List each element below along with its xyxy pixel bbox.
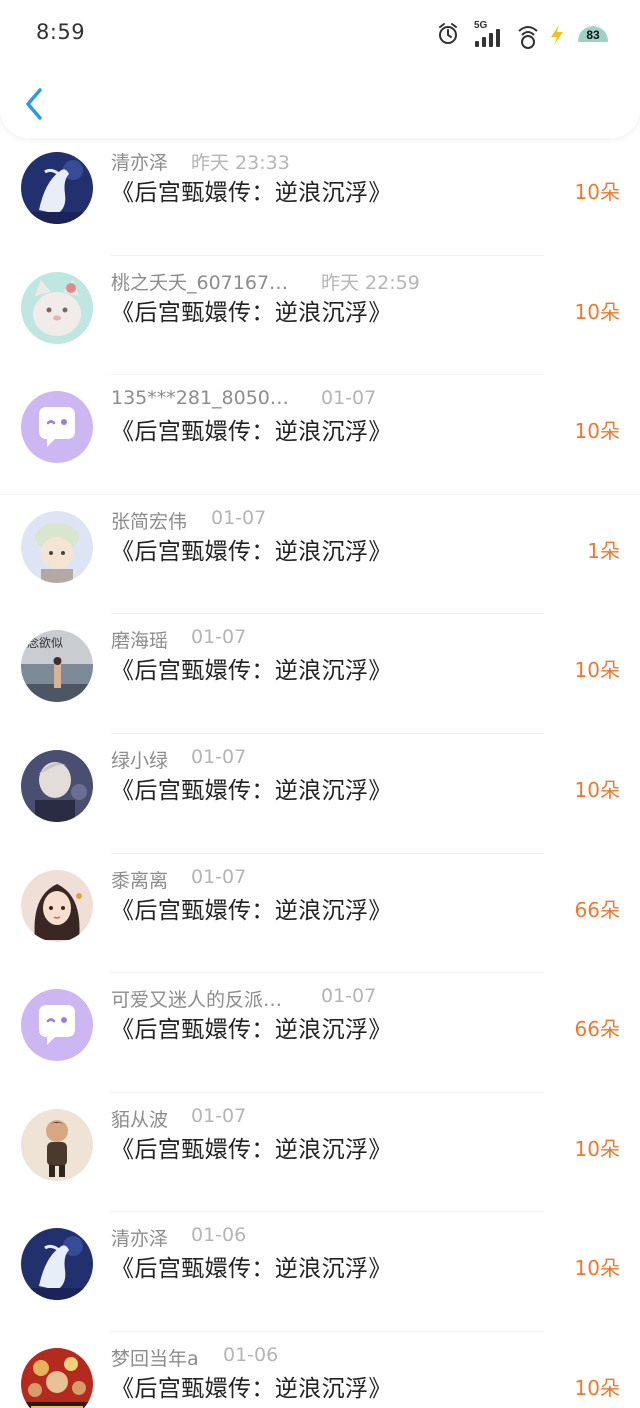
record-meta: 清亦泽 昨天 23:33 [111, 148, 290, 174]
chevron-left-icon [26, 88, 42, 120]
book-title[interactable]: 《后宫甄嬛传：逆浪沉浮》 [111, 1249, 392, 1283]
flower-amount: 1朵 [587, 538, 620, 563]
flower-amount: 66朵 [574, 897, 620, 922]
book-title[interactable]: 《后宫甄嬛传：逆浪沉浮》 [111, 173, 392, 207]
gift-record-row[interactable]: 135***281_8050… 01-07 《后宫甄嬛传：逆浪沉浮》 10朵 [0, 375, 640, 495]
sender-name[interactable]: 清亦泽 [111, 152, 168, 174]
signal-icon: 5G [472, 16, 508, 52]
record-meta: 清亦泽 01-06 [111, 1224, 246, 1250]
book-title[interactable]: 《后宫甄嬛传：逆浪沉浮》 [111, 293, 392, 327]
battery-icon: 83 [574, 16, 612, 52]
book-title[interactable]: 《后宫甄嬛传：逆浪沉浮》 [111, 1369, 392, 1403]
record-meta: 张简宏伟 01-07 [111, 507, 266, 533]
sender-name[interactable]: 磨海瑶 [111, 630, 168, 652]
status-icons: 5G 83 [436, 16, 612, 52]
sender-name[interactable]: 梦回当年a [111, 1348, 199, 1370]
flower-amount: 10朵 [574, 1256, 620, 1281]
flower-amount: 10朵 [574, 778, 620, 802]
user-avatar[interactable] [21, 152, 93, 224]
record-meta: 磨海瑶 01-07 [111, 626, 246, 652]
gift-date: 01-07 [191, 746, 247, 768]
flower-amount: 10朵 [574, 299, 620, 324]
gift-record-row[interactable]: 清亦泽 昨天 23:33 《后宫甄嬛传：逆浪沉浮》 10朵 [0, 136, 640, 256]
sender-name[interactable]: 张简宏伟 [111, 511, 187, 533]
gift-record-row[interactable]: 念欲似 磨海瑶 01-07 《后宫甄嬛传：逆浪沉浮》 10朵 [0, 614, 640, 734]
flower-amount: 10朵 [574, 180, 620, 204]
charging-icon [548, 16, 566, 52]
gift-date: 01-07 [191, 1104, 247, 1127]
flower-amount: 66朵 [574, 1017, 620, 1042]
gift-record-row[interactable]: 清亦泽 01-06 《后宫甄嬛传：逆浪沉浮》 10朵 [0, 1212, 640, 1332]
gift-date: 01-07 [321, 985, 377, 1008]
gift-record-row[interactable]: 绿小绿 01-07 《后宫甄嬛传：逆浪沉浮》 10朵 [0, 734, 640, 854]
gift-records-page: 清亦泽 昨天 23:33 《后宫甄嬛传：逆浪沉浮》 10朵 桃之夭夭_60716… [0, 0, 640, 1408]
sender-name[interactable]: 桃之夭夭_607167… [111, 272, 288, 294]
user-avatar[interactable] [21, 989, 93, 1062]
sender-name[interactable]: 貊从波 [111, 1109, 168, 1131]
user-avatar[interactable] [21, 391, 93, 464]
back-button[interactable] [18, 82, 54, 126]
gift-date: 昨天 22:59 [321, 271, 420, 294]
gift-date: 01-07 [211, 506, 267, 529]
gift-date: 01-06 [223, 1344, 279, 1366]
svg-text:念欲似: 念欲似 [27, 635, 63, 650]
header-bar: 8:59 5G 83 [0, 0, 640, 138]
flower-amount: 10朵 [574, 658, 620, 683]
record-meta: 黍离离 01-07 [111, 866, 246, 892]
flower-amount: 10朵 [574, 419, 620, 444]
user-avatar[interactable] [21, 869, 93, 942]
gift-date: 01-07 [321, 387, 377, 410]
record-meta: 梦回当年a 01-06 [111, 1344, 278, 1370]
gift-date: 昨天 23:33 [191, 152, 290, 174]
book-title[interactable]: 《后宫甄嬛传：逆浪沉浮》 [111, 1130, 392, 1164]
book-title[interactable]: 《后宫甄嬛传：逆浪沉浮》 [111, 1010, 392, 1044]
book-title[interactable]: 《后宫甄嬛传：逆浪沉浮》 [111, 891, 392, 925]
status-bar: 8:59 5G 83 [0, 0, 640, 70]
flower-amount: 10朵 [574, 1376, 620, 1400]
book-title[interactable]: 《后宫甄嬛传：逆浪沉浮》 [111, 771, 392, 805]
gift-date: 01-06 [191, 1224, 247, 1247]
user-avatar[interactable] [21, 750, 93, 822]
sender-name[interactable]: 绿小绿 [111, 750, 168, 772]
record-meta: 绿小绿 01-07 [111, 746, 246, 772]
record-meta: 貊从波 01-07 [111, 1105, 246, 1131]
book-title[interactable]: 《后宫甄嬛传：逆浪沉浮》 [111, 412, 392, 446]
user-avatar[interactable] [21, 1108, 93, 1181]
user-avatar[interactable]: 念欲似 [21, 630, 93, 703]
user-avatar[interactable] [21, 1228, 93, 1301]
gift-date: 01-07 [191, 865, 247, 888]
record-meta: 135***281_8050… 01-07 [111, 387, 376, 413]
gift-record-row[interactable]: 貊从波 01-07 《后宫甄嬛传：逆浪沉浮》 10朵 [0, 1093, 640, 1213]
sender-name[interactable]: 清亦泽 [111, 1228, 168, 1250]
sender-name[interactable]: 可爱又迷人的反派… [111, 989, 282, 1011]
wifi-icon [516, 16, 540, 52]
gift-list: 清亦泽 昨天 23:33 《后宫甄嬛传：逆浪沉浮》 10朵 桃之夭夭_60716… [0, 0, 640, 1408]
gift-date: 01-07 [191, 626, 247, 649]
alarm-icon [436, 16, 460, 52]
book-title[interactable]: 《后宫甄嬛传：逆浪沉浮》 [111, 651, 392, 685]
user-avatar[interactable] [21, 1348, 93, 1408]
record-meta: 桃之夭夭_607167… 昨天 22:59 [111, 268, 420, 294]
record-meta: 可爱又迷人的反派… 01-07 [111, 985, 376, 1011]
flower-amount: 10朵 [574, 1136, 620, 1161]
battery-level: 83 [586, 28, 600, 42]
network-label: 5G [474, 20, 488, 31]
gift-record-row[interactable]: 黍离离 01-07 《后宫甄嬛传：逆浪沉浮》 66朵 [0, 854, 640, 974]
gift-record-row[interactable]: 梦回当年a 01-06 《后宫甄嬛传：逆浪沉浮》 10朵 [0, 1332, 640, 1408]
sender-name[interactable]: 黍离离 [111, 870, 168, 892]
gift-record-row[interactable]: 张简宏伟 01-07 《后宫甄嬛传：逆浪沉浮》 1朵 [0, 495, 640, 615]
gift-record-row[interactable]: 可爱又迷人的反派… 01-07 《后宫甄嬛传：逆浪沉浮》 66朵 [0, 973, 640, 1093]
gift-record-row[interactable]: 桃之夭夭_607167… 昨天 22:59 《后宫甄嬛传：逆浪沉浮》 10朵 [0, 256, 640, 376]
sender-name[interactable]: 135***281_8050… [111, 387, 289, 409]
book-title[interactable]: 《后宫甄嬛传：逆浪沉浮》 [111, 532, 392, 566]
status-time: 8:59 [36, 20, 86, 44]
user-avatar[interactable] [21, 510, 93, 583]
user-avatar[interactable] [21, 271, 93, 344]
